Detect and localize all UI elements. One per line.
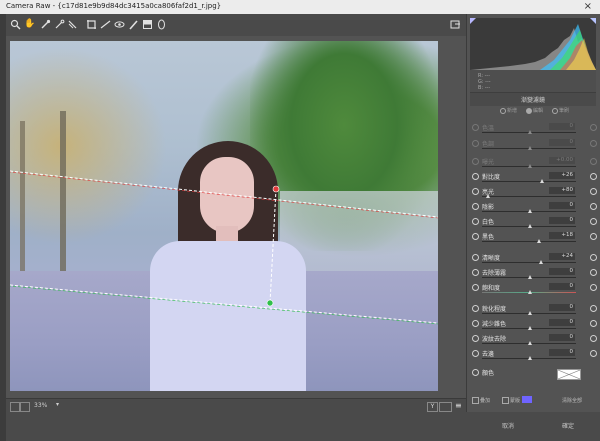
mode-brush[interactable]: 筆刷 [552,107,569,114]
color-sampler-icon[interactable] [54,19,65,30]
plus-icon[interactable] [590,269,597,276]
brush-icon[interactable] [128,19,139,30]
straighten-icon[interactable] [100,19,111,30]
menu-icon[interactable]: ≡ [455,402,464,410]
slider-highlights[interactable]: 亮光 +80 [467,186,600,200]
targeted-adjust-icon[interactable] [68,19,79,30]
slider-defringe[interactable]: 去邊 0 [467,348,600,362]
slider-moire-reduction[interactable]: 波紋去除 0 [467,333,600,347]
slider-temperature[interactable]: 色溫 0 [467,122,600,136]
preview-canvas[interactable] [6,36,466,398]
compare-button[interactable] [439,402,452,412]
slider-saturation[interactable]: 飽和度 0 [467,282,600,296]
title-bar: Camera Raw - {c17d81e9b9d84dc3415a0ca806… [0,0,600,15]
minus-icon[interactable] [472,284,479,291]
minus-icon[interactable] [472,320,479,327]
plus-icon[interactable] [590,284,597,291]
window-title: Camera Raw - {c17d81e9b9d84dc3415a0ca806… [6,2,222,10]
red-eye-icon[interactable] [114,19,125,30]
hand-icon[interactable]: ✋ [24,19,35,30]
white-balance-icon[interactable] [40,19,51,30]
minus-icon[interactable] [472,158,479,165]
zoom-out-button[interactable] [10,402,20,412]
slider-tint[interactable]: 色調 0 [467,138,600,152]
minus-icon[interactable] [472,269,479,276]
slider-shadows[interactable]: 陰影 0 [467,201,600,215]
slider-noise-reduction[interactable]: 減少雜色 0 [467,318,600,332]
mode-edit[interactable]: 編輯 [526,107,543,114]
panel-title: 漸變濾鏡 [520,97,545,104]
adjustment-panel: R: --- G: --- B: --- 漸變濾鏡 新增 編輯 筆刷 色溫 0 … [466,14,600,412]
plus-icon[interactable] [590,124,597,131]
color-swatch[interactable] [557,369,581,380]
plus-icon[interactable] [590,203,597,210]
minus-icon[interactable] [472,305,479,312]
overlay-label: 疊加 [480,398,491,404]
plus-icon[interactable] [590,233,597,240]
crop-icon[interactable] [86,19,97,30]
zoom-icon[interactable] [10,19,21,30]
zoom-level[interactable]: 33% [34,402,47,409]
clear-all-button[interactable]: 清除全部 [562,397,582,404]
mask-color-swatch[interactable] [522,396,532,403]
graduated-filter-icon[interactable] [142,19,153,30]
graduated-filter-overlay[interactable] [10,41,438,391]
dialog-footer: 取消 確定 [6,412,600,441]
plus-icon[interactable] [590,188,597,195]
cancel-button[interactable]: 取消 [502,421,514,430]
radial-filter-icon[interactable] [156,19,167,30]
minus-icon[interactable] [472,173,479,180]
minus-icon[interactable] [472,124,479,131]
overlay-checkbox[interactable] [472,397,479,404]
plus-icon[interactable] [590,140,597,147]
plus-icon[interactable] [590,218,597,225]
plus-icon[interactable] [590,173,597,180]
mask-checkbox[interactable] [502,397,509,404]
readout-b: B: --- [478,85,491,91]
slider-contrast[interactable]: 對比度 +26 [467,171,600,185]
filter-start-pin [272,185,280,193]
photo-preview[interactable] [10,41,438,391]
plus-icon[interactable] [590,254,597,261]
filter-end-pin [266,299,274,307]
minus-icon[interactable] [472,350,479,357]
minus-icon[interactable] [472,335,479,342]
before-after-button[interactable]: Y [427,402,438,412]
panel-footer: 疊加 蒙版 清除全部 [470,394,596,408]
chevron-down-icon[interactable]: ▾ [56,401,59,408]
rgb-readout: R: --- G: --- B: --- [470,70,596,92]
close-icon[interactable]: × [584,1,592,12]
mask-label: 蒙版 [510,398,521,404]
slider-sharpness[interactable]: 銳化程度 0 [467,303,600,317]
tool-bar: ✋ [6,14,466,37]
minus-icon[interactable] [472,203,479,210]
minus-icon[interactable] [472,233,479,240]
histogram [470,18,596,70]
plus-icon[interactable] [590,305,597,312]
panel-header: 漸變濾鏡 [470,92,596,106]
plus-icon[interactable] [590,158,597,165]
status-bar: 33% ▾ Y ≡ [6,398,466,413]
slider-exposure[interactable]: 曝光 +0.00 [467,156,600,170]
plus-icon[interactable] [590,335,597,342]
color-picker-row[interactable]: 顏色 [467,367,600,381]
minus-icon[interactable] [472,188,479,195]
minus-icon[interactable] [472,218,479,225]
minus-icon[interactable] [472,140,479,147]
plus-icon[interactable] [590,320,597,327]
mode-new[interactable]: 新增 [500,107,517,114]
filter-modes: 新增 編輯 筆刷 [470,105,596,116]
slider-clarity[interactable]: 清晰度 +24 [467,252,600,266]
minus-icon[interactable] [472,254,479,261]
plus-icon[interactable] [590,350,597,357]
slider-whites[interactable]: 白色 0 [467,216,600,230]
slider-dehaze[interactable]: 去除薄霧 0 [467,267,600,281]
minus-icon[interactable] [472,369,479,376]
ok-button[interactable]: 確定 [562,421,574,430]
export-icon[interactable] [450,19,461,30]
zoom-in-button[interactable] [20,402,30,412]
slider-blacks[interactable]: 黑色 +18 [467,231,600,245]
